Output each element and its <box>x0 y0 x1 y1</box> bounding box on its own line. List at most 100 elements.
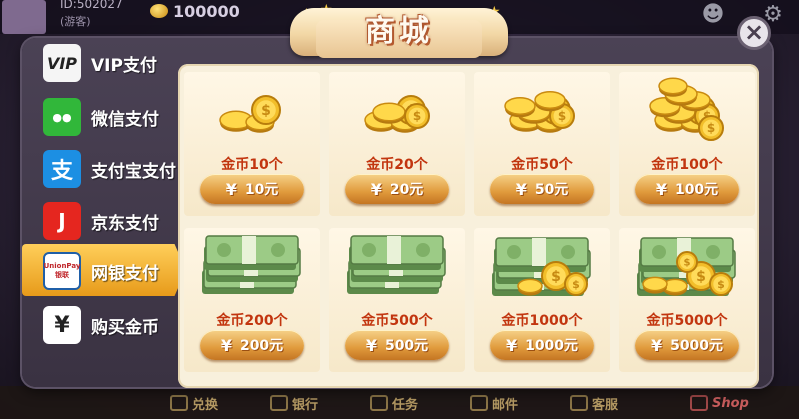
bottom-nav-label: 邮件 <box>492 397 519 413</box>
exchange-icon <box>170 395 188 411</box>
price-label: 20元 <box>389 182 424 198</box>
jd-icon: J <box>43 202 81 240</box>
wechat-icon: ●● <box>43 98 81 136</box>
product-card[interactable]: $ 金币10个 ¥10元 <box>180 68 324 220</box>
shop-icon <box>690 395 708 411</box>
product-name: 金币10个 <box>221 157 283 173</box>
svg-text:$: $ <box>261 103 271 119</box>
price-label: 500元 <box>384 338 429 354</box>
cash-and-coins-art: $ $ $ <box>637 237 736 296</box>
tab-buy-coins[interactable]: ¥ 购买金币 <box>36 304 176 346</box>
svg-text:$: $ <box>717 278 725 291</box>
price-label: 10元 <box>244 182 279 198</box>
product-name: 金币200个 <box>216 313 288 329</box>
gold-coins-art: $ <box>219 95 281 133</box>
close-button[interactable]: × <box>737 16 771 50</box>
tab-label: 微信支付 <box>91 109 159 130</box>
buy-button[interactable]: ¥20元 <box>345 174 449 204</box>
price-label: 50元 <box>534 182 569 198</box>
yen-icon: ¥ <box>650 335 663 355</box>
product-card[interactable]: $$金币50个¥50元 <box>470 68 614 220</box>
bottom-nav-mail[interactable]: 邮件 <box>470 392 518 414</box>
alipay-icon: 支 <box>43 150 81 188</box>
gold-coins-art: $$$ <box>649 77 724 141</box>
buy-button[interactable]: ¥1000元 <box>490 330 594 360</box>
bottom-nav-label: 兑换 <box>192 397 219 413</box>
dialog-title: 商城 <box>365 14 433 49</box>
buy-button[interactable]: ¥100元 <box>635 174 739 204</box>
cash-and-coins-art: $ $ <box>492 237 591 296</box>
tab-label: VIP支付 <box>91 55 157 76</box>
tab-unionpay[interactable]: UnionPay 银联 网银支付 <box>36 250 176 292</box>
buy-button[interactable]: ¥10元 <box>200 174 304 204</box>
yen-icon: ¥ <box>225 179 237 199</box>
yen-icon: ¥ <box>370 179 382 199</box>
gold-coins-art: $$ <box>504 91 575 133</box>
price-label: 5000元 <box>670 338 724 354</box>
unionpay-icon: UnionPay 银联 <box>43 252 81 290</box>
bottom-nav-bank[interactable]: 银行 <box>270 392 318 414</box>
yen-icon: ¥ <box>655 179 667 199</box>
bank-icon <box>270 395 288 411</box>
avatar[interactable] <box>2 0 46 34</box>
tab-label: 购买金币 <box>91 317 159 338</box>
product-card[interactable]: 金币500个 ¥500元 <box>325 224 469 376</box>
buy-button[interactable]: ¥50元 <box>490 174 594 204</box>
tab-label: 京东支付 <box>91 213 159 234</box>
yen-icon: ¥ <box>505 335 518 355</box>
tab-jd-pay[interactable]: J 京东支付 <box>36 200 176 242</box>
product-name: 金币50个 <box>511 157 573 173</box>
svg-text:$: $ <box>707 121 715 135</box>
cash-stack-art <box>347 235 446 294</box>
product-card[interactable]: $$$金币100个¥100元 <box>615 68 759 220</box>
product-card[interactable]: $ $ $ 金币5000个 ¥5000元 <box>615 224 759 376</box>
yen-icon: ¥ <box>220 335 232 355</box>
product-card[interactable]: $ $ 金币1000个 ¥1000元 <box>470 224 614 376</box>
bottom-nav-label: Shop <box>712 395 749 411</box>
coin-balance: 100000 <box>173 2 240 21</box>
svg-text:$: $ <box>558 109 566 123</box>
price-label: 100元 <box>674 182 719 198</box>
bottom-nav-service[interactable]: 客服 <box>570 392 618 414</box>
buy-button[interactable]: ¥200元 <box>200 330 304 360</box>
tab-label: 支付宝支付 <box>91 161 176 182</box>
account-note: (游客) <box>60 15 91 28</box>
svg-text:$: $ <box>413 109 421 123</box>
bottom-nav-shop[interactable]: Shop <box>690 392 749 414</box>
buy-button[interactable]: ¥5000元 <box>635 330 739 360</box>
account-id: ID:502027 <box>60 0 123 11</box>
coin-icon <box>150 4 168 18</box>
svg-text:$: $ <box>684 258 691 269</box>
price-label: 1000元 <box>525 338 579 354</box>
service-icon <box>570 395 588 411</box>
svg-text:$: $ <box>551 269 561 285</box>
tab-vip-pay[interactable]: VIP VIP支付 <box>36 42 176 84</box>
yen-icon: ¥ <box>515 179 527 199</box>
cash-stack-art <box>202 235 301 294</box>
bottom-nav-label: 任务 <box>392 397 419 413</box>
product-name: 金币500个 <box>361 313 433 329</box>
bottom-nav-label: 银行 <box>292 397 319 413</box>
mail-icon <box>470 395 488 411</box>
bottom-nav-exchange[interactable]: 兑换 <box>170 392 218 414</box>
buy-button[interactable]: ¥500元 <box>345 330 449 360</box>
tab-wechat-pay[interactable]: ●● 微信支付 <box>36 96 176 138</box>
svg-text:$: $ <box>696 269 706 285</box>
tab-alipay[interactable]: 支 支付宝支付 <box>36 148 176 190</box>
product-name: 金币1000个 <box>501 313 583 329</box>
price-label: 200元 <box>239 338 284 354</box>
task-icon <box>370 395 388 411</box>
vip-icon: VIP <box>43 44 81 82</box>
product-name: 金币5000个 <box>646 313 728 329</box>
bottom-nav-label: 客服 <box>592 397 619 413</box>
product-card[interactable]: 金币200个 ¥200元 <box>180 224 324 376</box>
bottom-nav-task[interactable]: 任务 <box>370 392 418 414</box>
gold-coins-art: $$ <box>364 95 430 133</box>
product-card[interactable]: $$金币20个¥20元 <box>325 68 469 220</box>
product-name: 金币20个 <box>366 157 428 173</box>
yen-icon: ¥ <box>43 306 81 344</box>
user-icon[interactable]: ☻ <box>700 2 726 28</box>
svg-text:$: $ <box>572 278 580 291</box>
yen-icon: ¥ <box>365 335 377 355</box>
tab-label: 网银支付 <box>91 263 159 284</box>
